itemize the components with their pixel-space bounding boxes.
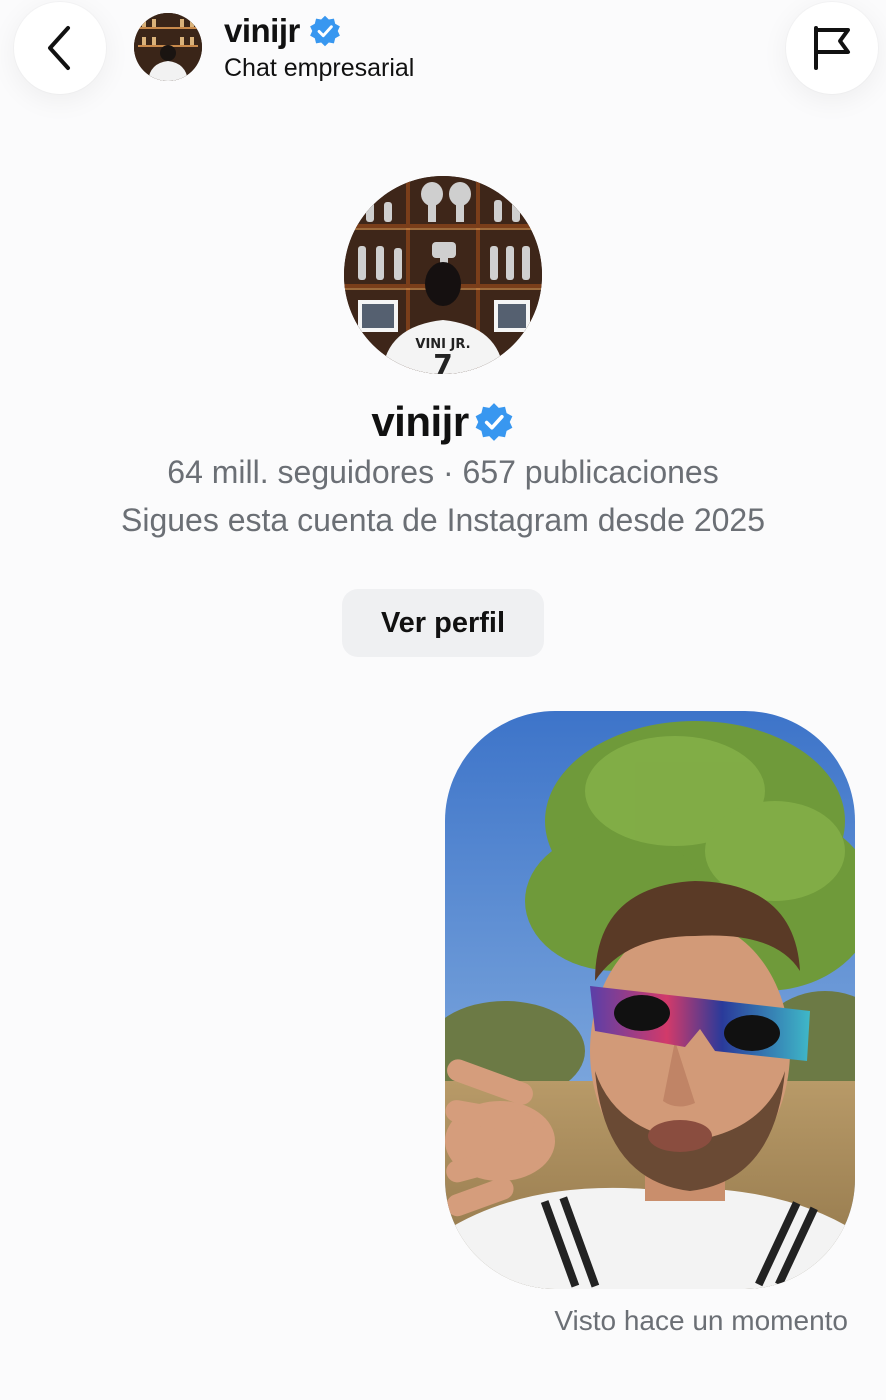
svg-text:7: 7 (433, 348, 452, 374)
verified-badge-icon (309, 15, 340, 47)
chat-screen: vinijr Chat empresarial VINI JR. 7 vinij… (0, 0, 886, 1400)
header-avatar[interactable] (134, 13, 202, 81)
message-media[interactable] (445, 711, 855, 1289)
verified-badge-icon (475, 403, 513, 441)
profile-stats: 64 mill. seguidores · 657 publicaciones (167, 454, 719, 490)
chevron-left-icon (48, 26, 70, 70)
header-title[interactable]: vinijr (224, 8, 342, 54)
report-button[interactable] (786, 2, 878, 94)
profile-avatar[interactable]: VINI JR. 7 (344, 176, 542, 374)
following-since-text: Sigues esta cuenta de Instagram desde 20… (121, 502, 765, 538)
flag-icon (814, 26, 850, 70)
back-button[interactable] (14, 2, 106, 94)
chat-header: vinijr Chat empresarial (0, 0, 886, 120)
profile-username: vinijr (371, 398, 469, 445)
header-subtitle: Chat empresarial (224, 54, 415, 82)
profile-name[interactable]: vinijr (0, 394, 886, 450)
seen-status: Visto hace un momento (554, 1305, 848, 1336)
view-profile-button[interactable]: Ver perfil (342, 589, 544, 657)
header-username: vinijr (224, 12, 300, 49)
